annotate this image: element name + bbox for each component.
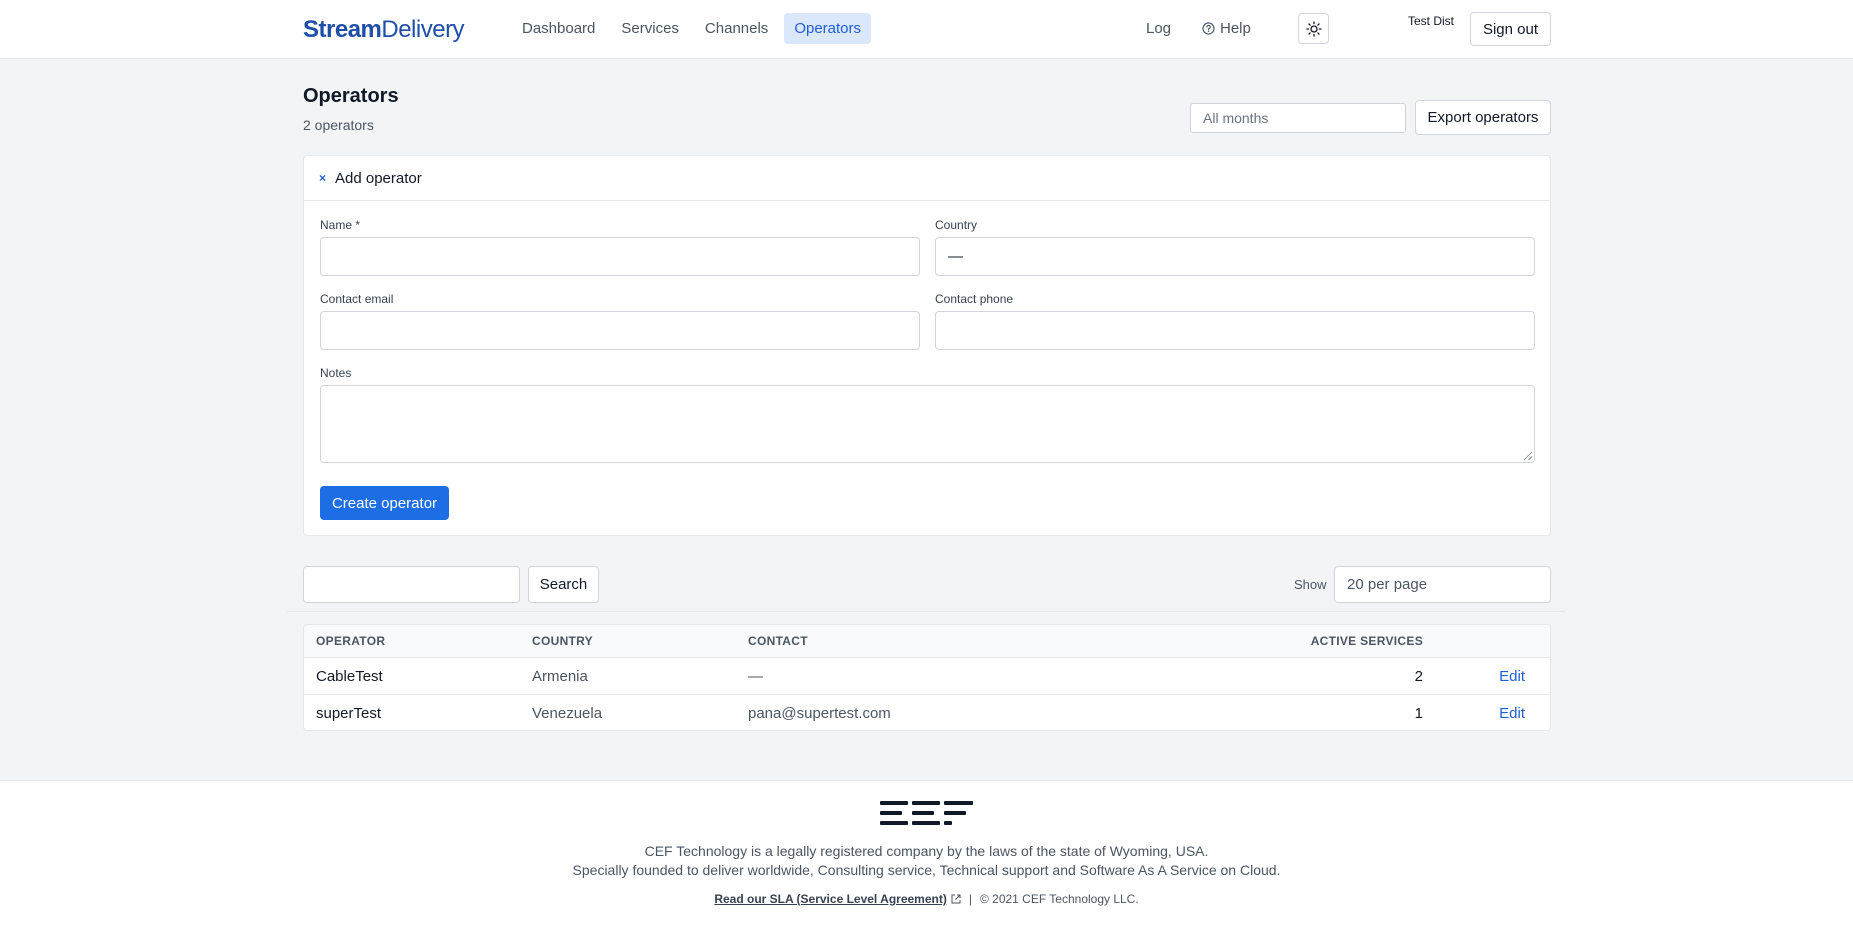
sun-icon: [1305, 20, 1322, 37]
sla-link[interactable]: Read our SLA (Service Level Agreement): [714, 892, 947, 906]
table-row: superTest Venezuela pana@supertest.com 1…: [304, 695, 1550, 730]
notes-label: Notes: [320, 366, 352, 380]
show-label: Show: [1294, 577, 1327, 592]
question-circle-icon: [1202, 22, 1215, 35]
footer-company-line: CEF Technology is a legally registered c…: [644, 843, 1209, 859]
contact-email-label: Contact email: [320, 292, 394, 306]
contact-email-input[interactable]: [320, 311, 920, 350]
table-row: CableTest Armenia — 2 Edit: [304, 658, 1550, 695]
name-input[interactable]: [320, 237, 920, 276]
footer-services-line: Specially founded to deliver worldwide, …: [572, 862, 1281, 878]
operator-contact: pana@supertest.com: [748, 705, 891, 722]
operator-active-services: 1: [1414, 705, 1423, 722]
search-input[interactable]: [303, 566, 520, 603]
nav-services[interactable]: Services: [611, 13, 689, 44]
country-select[interactable]: —: [935, 237, 1535, 276]
help-link[interactable]: Help: [1202, 13, 1251, 44]
country-label: Country: [935, 218, 978, 232]
user-name: Test Dist: [1408, 14, 1455, 28]
operator-country: Venezuela: [532, 705, 603, 722]
footer-separator: |: [968, 892, 972, 906]
operator-contact: —: [748, 668, 763, 685]
contact-phone-label: Contact phone: [935, 292, 1014, 306]
nav-channels[interactable]: Channels: [695, 13, 778, 44]
brand-name-part-1: Stream: [303, 16, 382, 43]
operator-country: Armenia: [532, 668, 588, 685]
brand-name-part-2: Delivery: [381, 16, 465, 43]
add-operator-panel: × Add operator Name * Country — Contact …: [303, 155, 1551, 536]
sign-out-button[interactable]: Sign out: [1470, 12, 1551, 46]
search-button[interactable]: Search: [528, 566, 599, 603]
add-operator-title: Add operator: [335, 169, 422, 187]
theme-toggle-button[interactable]: [1298, 13, 1329, 44]
contact-phone-input[interactable]: [935, 311, 1535, 350]
notes-textarea[interactable]: [320, 385, 1535, 463]
nav-operators[interactable]: Operators: [784, 13, 872, 44]
top-navigation-bar: Stream Delivery Dashboard Services Channe…: [0, 0, 1853, 59]
footer-links: Read our SLA (Service Level Agreement) | ©…: [0, 892, 1853, 906]
create-operator-button[interactable]: Create operator: [320, 486, 449, 520]
month-filter-select[interactable]: All months: [1190, 103, 1406, 133]
operator-count: 2 operators: [303, 117, 374, 133]
brand-logo[interactable]: Stream Delivery: [303, 16, 465, 44]
add-operator-toggle[interactable]: × Add operator: [304, 156, 1550, 201]
page-title: Operators: [303, 85, 399, 107]
column-header-operator[interactable]: OPERATOR: [316, 625, 385, 658]
name-label: Name *: [320, 218, 361, 232]
column-header-active-services[interactable]: ACTIVE SERVICES: [1311, 625, 1423, 658]
help-label: Help: [1220, 20, 1251, 37]
column-header-contact[interactable]: CONTACT: [748, 625, 808, 658]
export-operators-button[interactable]: Export operators: [1415, 100, 1551, 135]
table-header-row: OPERATOR COUNTRY CONTACT ACTIVE SERVICES: [304, 625, 1550, 658]
nav-dashboard[interactable]: Dashboard: [512, 13, 605, 44]
log-link[interactable]: Log: [1146, 13, 1171, 44]
operators-table: OPERATOR COUNTRY CONTACT ACTIVE SERVICES…: [303, 624, 1551, 731]
page-footer: CEF Technology is a legally registered c…: [0, 780, 1853, 927]
edit-operator-link[interactable]: Edit: [1499, 695, 1525, 730]
main-nav: Dashboard Services Channels Operators: [512, 13, 872, 44]
resize-handle-icon[interactable]: [1524, 452, 1532, 460]
operator-name: CableTest: [316, 668, 383, 685]
divider: [287, 611, 1565, 612]
close-icon: ×: [319, 171, 327, 185]
edit-operator-link[interactable]: Edit: [1499, 658, 1525, 695]
copyright-text: © 2021 CEF Technology LLC.: [979, 892, 1139, 906]
operator-active-services: 2: [1414, 668, 1423, 685]
external-link-icon: [951, 894, 961, 904]
cef-logo: [880, 801, 973, 825]
column-header-country[interactable]: COUNTRY: [532, 625, 593, 658]
operator-name: superTest: [316, 705, 382, 722]
sla-link-label: Read our SLA (Service Level Agreement): [714, 892, 947, 906]
per-page-select[interactable]: 20 per page: [1334, 566, 1551, 603]
